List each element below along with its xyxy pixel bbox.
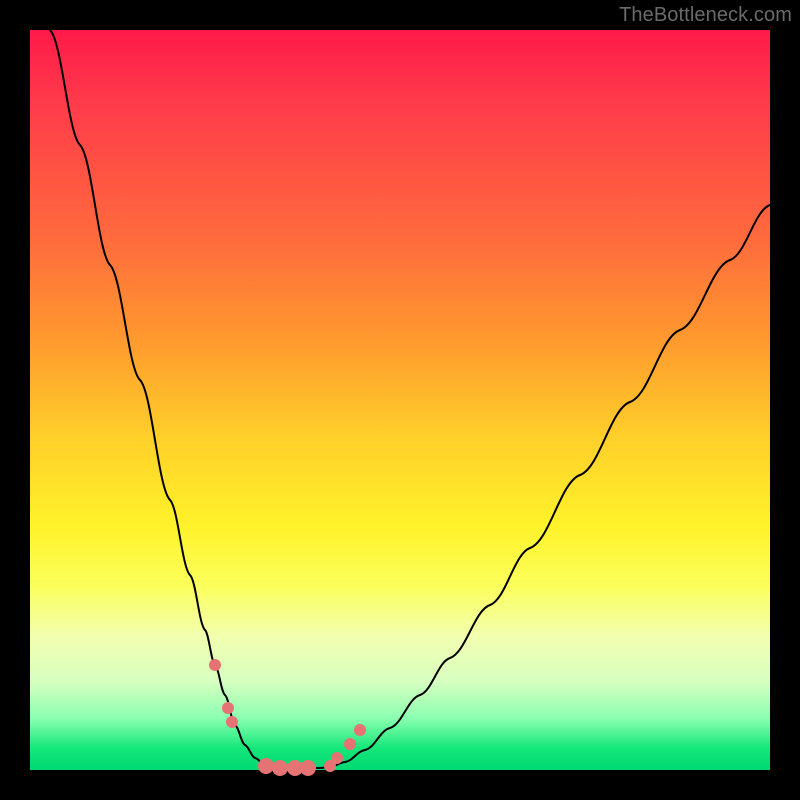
data-marker xyxy=(354,724,366,736)
data-marker xyxy=(222,702,234,714)
data-marker xyxy=(258,758,274,774)
plot-area xyxy=(30,30,770,770)
data-marker xyxy=(272,760,288,776)
data-marker xyxy=(226,716,238,728)
data-marker xyxy=(331,752,343,764)
data-marker xyxy=(209,659,221,671)
chart-svg xyxy=(30,30,770,770)
data-marker xyxy=(300,760,316,776)
left-curve xyxy=(50,30,275,768)
right-curve xyxy=(310,205,770,768)
data-marker xyxy=(344,738,356,750)
watermark-text: TheBottleneck.com xyxy=(619,4,792,27)
chart-frame: TheBottleneck.com xyxy=(0,0,800,800)
markers-group xyxy=(209,659,366,776)
